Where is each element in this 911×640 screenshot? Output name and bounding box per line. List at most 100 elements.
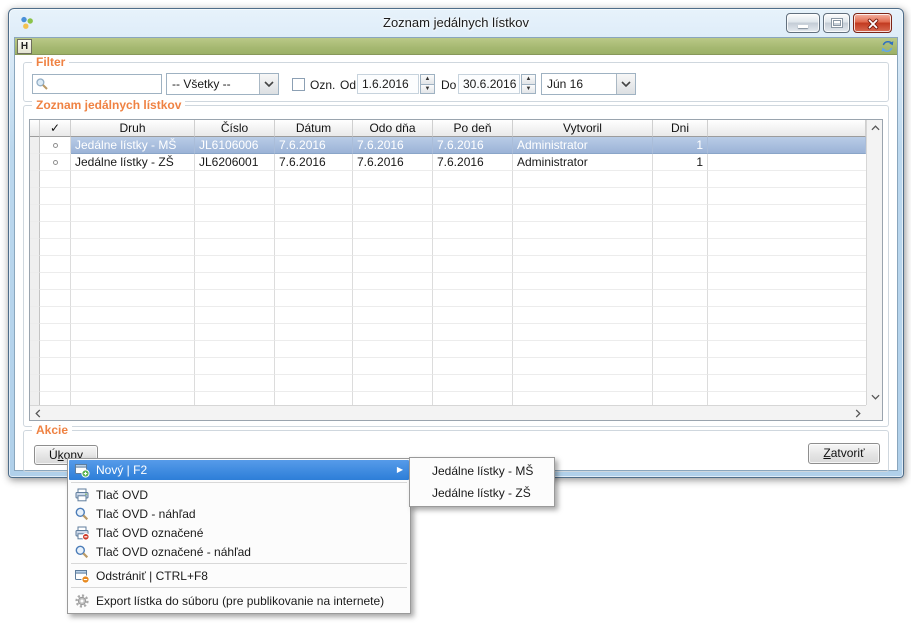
empty-cell	[71, 341, 195, 358]
empty-row	[30, 307, 866, 324]
menu-item-label: Tlač OVD označené	[96, 526, 405, 540]
empty-cell	[30, 171, 40, 188]
empty-cell	[40, 239, 71, 256]
empty-row	[30, 375, 866, 392]
scrollbar-corner	[866, 405, 882, 420]
empty-cell	[353, 205, 433, 222]
ozn-checkbox[interactable]	[292, 78, 305, 91]
month-dropdown[interactable]: Jún 16	[541, 73, 636, 95]
menu-item[interactable]: Tlač OVD označené	[69, 523, 409, 542]
type-dropdown[interactable]: -- Všetky --	[166, 73, 279, 95]
empty-cell	[275, 307, 353, 324]
spinner-up-icon[interactable]: ▲	[521, 74, 536, 85]
h-button[interactable]: H	[17, 39, 32, 54]
empty-cell	[275, 222, 353, 239]
table-row[interactable]: Jedálne lístky - ZŠJL62060017.6.20167.6.…	[30, 154, 866, 171]
date-to-spinner: ▲ ▼	[521, 74, 536, 94]
empty-cell	[71, 205, 195, 222]
filter-group: Filter -- Všetky -- Ozn. Od 1.6.201	[23, 62, 889, 102]
empty-cell	[30, 222, 40, 239]
column-header-druh[interactable]: Druh	[71, 120, 195, 137]
maximize-button[interactable]	[823, 13, 850, 33]
empty-cell	[275, 341, 353, 358]
submenu-item[interactable]: Jedálne lístky - ZŠ	[410, 482, 554, 504]
empty-cell	[433, 358, 513, 375]
scroll-left-icon[interactable]	[30, 406, 46, 421]
column-header-blank	[708, 120, 866, 137]
menu-item[interactable]: Odstrániť | CTRL+F8	[69, 566, 409, 585]
empty-cell	[40, 392, 71, 405]
client-area: H Filter	[14, 37, 898, 471]
empty-cell	[708, 392, 866, 405]
menu-item[interactable]: Export lístka do súboru (pre publikovani…	[69, 590, 409, 612]
empty-cell	[30, 358, 40, 375]
empty-row	[30, 273, 866, 290]
column-header-dni[interactable]: Dni	[653, 120, 708, 137]
spinner-up-icon[interactable]: ▲	[420, 74, 435, 85]
actions-menu: Nový | F2▶ Tlač OVDTlač OVD - náhľad Tlač …	[67, 458, 411, 614]
empty-cell	[71, 239, 195, 256]
empty-cell	[71, 392, 195, 405]
refresh-icon[interactable]	[880, 39, 895, 54]
horizontal-scrollbar[interactable]	[30, 405, 866, 420]
spinner-down-icon[interactable]: ▼	[521, 85, 536, 95]
date-to-field[interactable]: 30.6.2016	[458, 74, 520, 94]
empty-cell	[30, 205, 40, 222]
menu-item[interactable]: Nový | F2▶	[69, 460, 409, 480]
date-from-field[interactable]: 1.6.2016	[357, 74, 419, 94]
empty-cell	[353, 256, 433, 273]
menu-item[interactable]: Tlač OVD - náhľad	[69, 504, 409, 523]
menu-item[interactable]: Tlač OVD označené - náhľad	[69, 542, 409, 561]
submenu-item[interactable]: Jedálne lístky - MŠ	[410, 460, 554, 482]
app-icon	[19, 15, 35, 31]
empty-cell	[433, 239, 513, 256]
cell: JL6206001	[195, 154, 275, 171]
gear-icon	[73, 593, 91, 609]
list-group-label: Zoznam jedálnych lístkov	[32, 98, 185, 112]
column-header-vytvoril[interactable]: Vytvoril	[513, 120, 653, 137]
empty-cell	[195, 324, 275, 341]
menu-item[interactable]: Tlač OVD	[69, 485, 409, 504]
empty-cell	[40, 341, 71, 358]
empty-cell	[433, 341, 513, 358]
empty-cell	[40, 358, 71, 375]
scroll-right-icon[interactable]	[850, 406, 866, 421]
empty-cell	[40, 273, 71, 290]
empty-cell	[353, 171, 433, 188]
empty-row	[30, 324, 866, 341]
scroll-down-icon[interactable]	[867, 389, 883, 405]
empty-cell	[708, 358, 866, 375]
empty-cell	[353, 239, 433, 256]
empty-cell	[653, 256, 708, 273]
close-dialog-button[interactable]: Zatvoriť	[808, 443, 880, 464]
menu-item-label: Tlač OVD označené - náhľad	[96, 545, 405, 559]
column-header-d-tum[interactable]: Dátum	[275, 120, 353, 137]
empty-cell	[708, 205, 866, 222]
empty-cell	[653, 290, 708, 307]
scroll-up-icon[interactable]	[867, 120, 883, 136]
cell: Jedálne lístky - MŠ	[71, 137, 195, 154]
minimize-button[interactable]	[786, 13, 820, 33]
row-indicator	[30, 154, 40, 171]
check-column-header[interactable]: ✓	[40, 120, 71, 137]
empty-cell	[708, 239, 866, 256]
empty-cell	[433, 273, 513, 290]
column-header-po-de-[interactable]: Po deň	[433, 120, 513, 137]
cell: 7.6.2016	[353, 137, 433, 154]
empty-cell	[433, 324, 513, 341]
empty-cell	[708, 222, 866, 239]
empty-cell	[71, 222, 195, 239]
column-header--slo[interactable]: Číslo	[195, 120, 275, 137]
menu-separator	[71, 563, 407, 564]
empty-cell	[40, 375, 71, 392]
ozn-label: Ozn.	[310, 78, 335, 92]
column-header-odo-d-a[interactable]: Odo dňa	[353, 120, 433, 137]
chevron-down-icon	[259, 74, 278, 94]
close-button[interactable]	[853, 13, 892, 33]
vertical-scrollbar[interactable]	[866, 120, 882, 405]
search-input[interactable]	[32, 74, 162, 94]
empty-cell	[433, 307, 513, 324]
table-row[interactable]: Jedálne lístky - MŠJL61060067.6.20167.6.…	[30, 137, 866, 154]
menu-item-label: Odstrániť | CTRL+F8	[96, 569, 405, 583]
spinner-down-icon[interactable]: ▼	[420, 85, 435, 95]
